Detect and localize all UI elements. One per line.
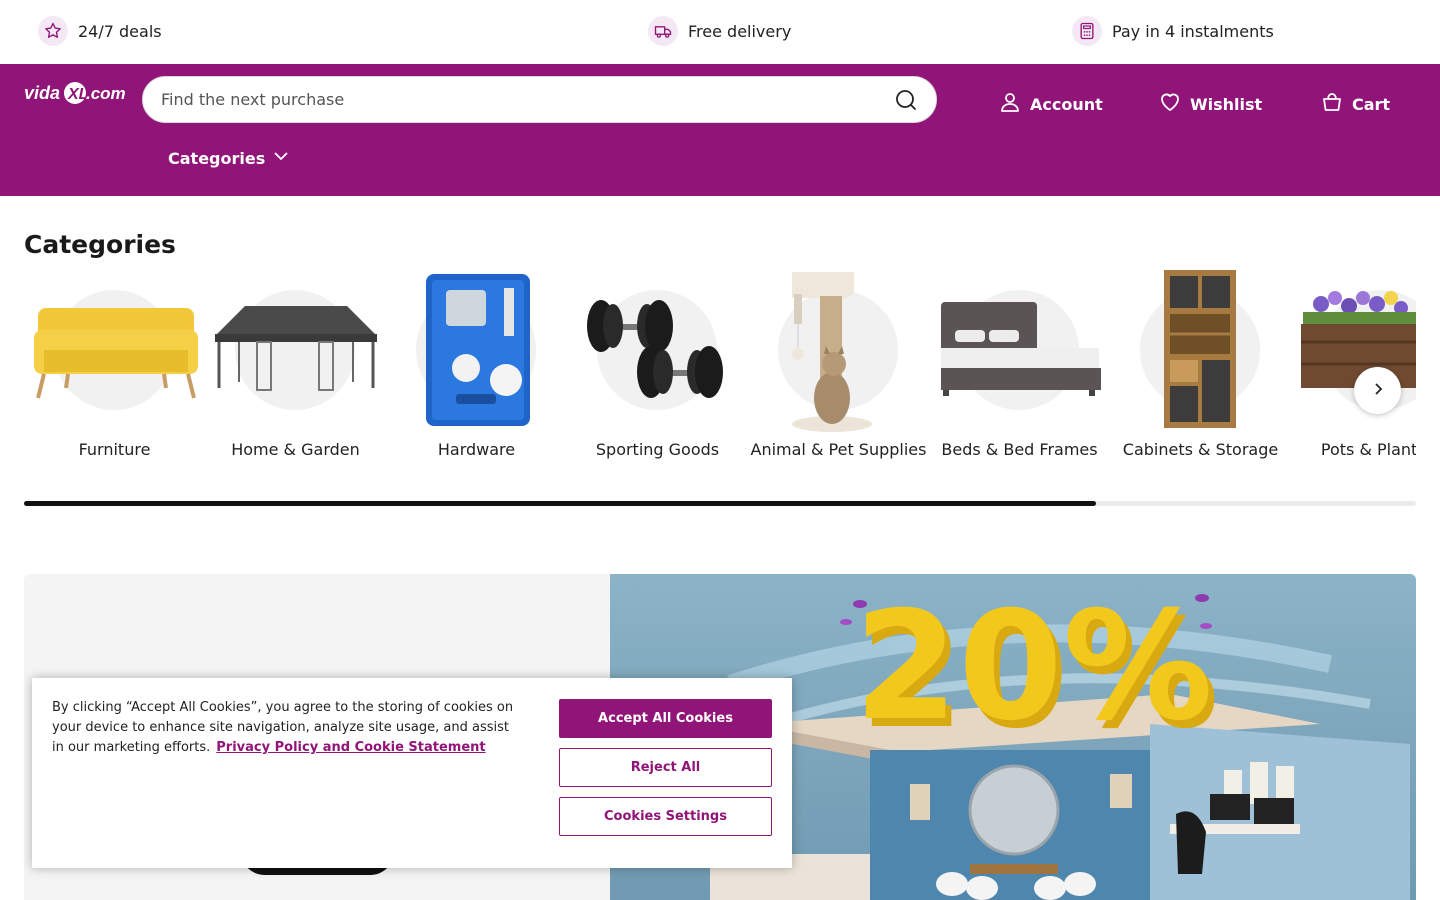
basket-icon <box>1320 90 1344 118</box>
user-icon <box>998 90 1022 118</box>
promo-instalments-label: Pay in 4 instalments <box>1112 21 1274 41</box>
cookie-consent-banner: By clicking “Accept All Cookies”, you ag… <box>32 678 792 868</box>
category-cabinets-storage[interactable]: Cabinets & Storage <box>1110 268 1291 488</box>
category-label: Animal & Pet Supplies <box>750 440 927 459</box>
category-label: Sporting Goods <box>595 440 720 459</box>
reject-all-button[interactable]: Reject All <box>559 748 772 787</box>
category-sporting-goods[interactable]: Sporting Goods <box>567 268 748 488</box>
category-label: Beds & Bed Frames <box>941 440 1098 459</box>
privacy-policy-link[interactable]: Privacy Policy and Cookie Statement <box>216 740 485 755</box>
category-label: Cabinets & Storage <box>1122 440 1279 459</box>
chevron-down-icon <box>273 148 289 168</box>
search-icon[interactable] <box>894 88 918 112</box>
category-hardware[interactable]: Hardware <box>386 268 567 488</box>
cookies-settings-button[interactable]: Cookies Settings <box>559 797 772 836</box>
category-label: Hardware <box>437 440 516 459</box>
promo-strip: 24/7 deals Free delivery Pay in 4 instal… <box>0 0 1440 64</box>
promo-deals: 24/7 deals <box>38 14 162 48</box>
planter-image <box>1301 291 1416 388</box>
delivery-truck-icon <box>648 16 678 46</box>
site-header: vida XL .com Account Wishlist Cart Categ… <box>0 64 1440 196</box>
category-label: Home & Garden <box>231 440 360 459</box>
svg-text:.com: .com <box>86 84 126 103</box>
calculator-icon <box>1072 16 1102 46</box>
categories-menu-button[interactable]: Categories <box>168 148 289 168</box>
categories-carousel: Furniture Home & Garden Hardware Sportin… <box>24 268 1416 488</box>
carousel-scrollbar-thumb[interactable] <box>24 501 1096 506</box>
category-label: Furniture <box>78 440 151 459</box>
star-icon <box>38 16 68 46</box>
carousel-next-button[interactable] <box>1354 367 1401 414</box>
promo-deals-label: 24/7 deals <box>78 21 162 41</box>
gazebo-image <box>215 306 377 391</box>
account-label: Account <box>1030 94 1103 114</box>
cookie-message: By clicking “Accept All Cookies”, you ag… <box>52 698 522 758</box>
categories-heading: Categories <box>24 230 176 259</box>
promo-delivery-label: Free delivery <box>688 21 792 41</box>
carousel-scrollbar[interactable] <box>24 501 1416 506</box>
cat-tree-image <box>792 272 872 432</box>
account-link[interactable]: Account <box>998 90 1103 118</box>
search-input[interactable] <box>161 90 894 109</box>
chevron-right-icon <box>1370 381 1386 401</box>
category-beds-bed-frames[interactable]: Beds & Bed Frames <box>929 268 1110 488</box>
banner-headline: 20% <box>854 580 1213 754</box>
promo-delivery: Free delivery <box>648 14 791 48</box>
cabinet-image <box>1164 270 1236 428</box>
wishlist-link[interactable]: Wishlist <box>1158 90 1262 118</box>
cart-link[interactable]: Cart <box>1320 90 1390 118</box>
categories-menu-label: Categories <box>168 148 266 168</box>
category-home-garden[interactable]: Home & Garden <box>205 268 386 488</box>
sofa-image <box>34 308 198 399</box>
spray-gun-kit-image <box>426 274 530 426</box>
svg-text:vida: vida <box>24 83 60 103</box>
cart-label: Cart <box>1352 94 1391 114</box>
category-animal-pet-supplies[interactable]: Animal & Pet Supplies <box>748 268 929 488</box>
category-label: Pots & Planters <box>1320 440 1416 459</box>
dumbbells-image <box>587 300 723 398</box>
bed-image <box>941 302 1101 396</box>
category-furniture[interactable]: Furniture <box>24 268 205 488</box>
accept-all-cookies-button[interactable]: Accept All Cookies <box>559 699 772 738</box>
wishlist-label: Wishlist <box>1190 94 1263 114</box>
promo-instalments: Pay in 4 instalments <box>1072 14 1274 48</box>
vidaxl-logo[interactable]: vida XL .com <box>24 78 128 108</box>
search-bar <box>142 76 937 123</box>
heart-icon <box>1158 90 1182 118</box>
